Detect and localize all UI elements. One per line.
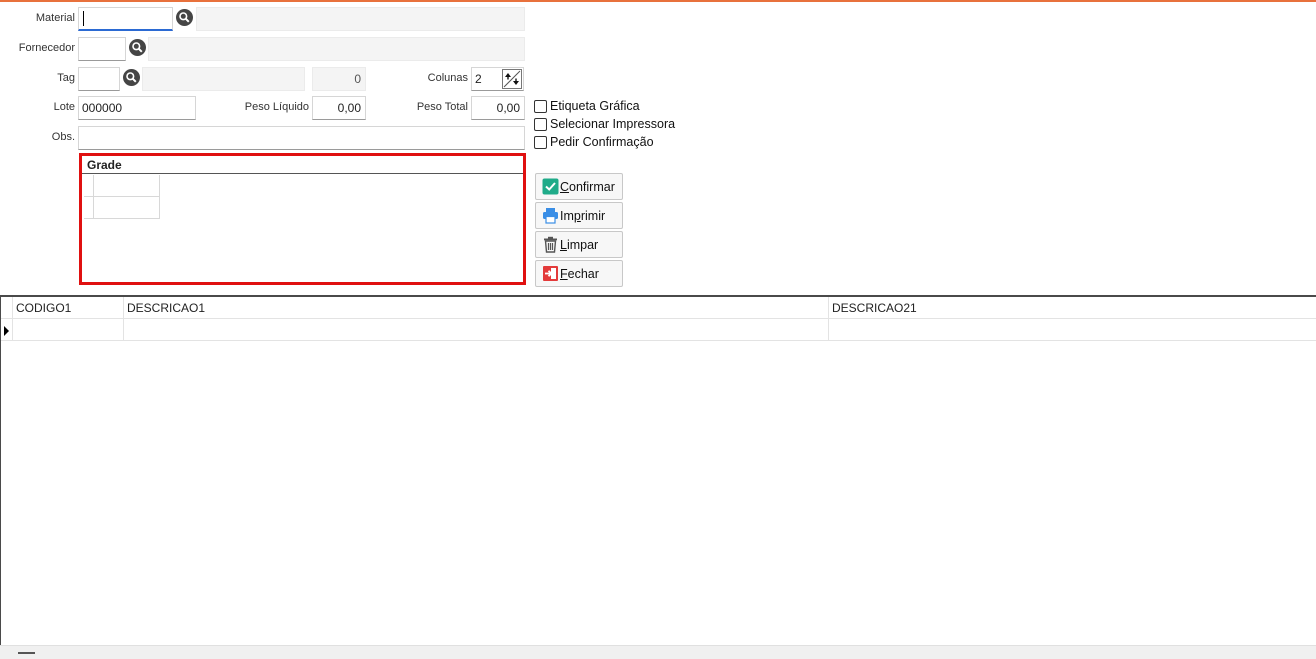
peso-total-label: Peso Total bbox=[416, 101, 468, 113]
grade-cell[interactable] bbox=[94, 197, 160, 219]
tag-description bbox=[142, 67, 305, 91]
tag-label: Tag bbox=[57, 72, 75, 84]
material-description bbox=[196, 7, 525, 31]
checkbox-label: Pedir Confirmação bbox=[550, 135, 654, 149]
checkbox-selecionar-impressora[interactable]: Selecionar Impressora bbox=[534, 117, 675, 131]
checkbox-box[interactable] bbox=[534, 135, 547, 149]
fornecedor-description bbox=[148, 37, 525, 61]
lote-label: Lote bbox=[53, 101, 75, 113]
confirmar-label: Confirmar bbox=[560, 179, 615, 194]
fornecedor-label: Fornecedor bbox=[18, 42, 75, 54]
spin-updown-icon[interactable] bbox=[502, 69, 522, 89]
fornecedor-input[interactable] bbox=[78, 37, 126, 61]
check-icon bbox=[542, 178, 559, 195]
text-caret bbox=[83, 11, 84, 26]
search-icon[interactable] bbox=[129, 39, 146, 56]
grid-corner bbox=[1, 297, 13, 319]
status-bar bbox=[0, 645, 1316, 659]
checkbox-label: Selecionar Impressora bbox=[550, 117, 676, 131]
grade-cell[interactable] bbox=[84, 175, 94, 197]
top-accent-line bbox=[0, 0, 1316, 2]
material-input[interactable] bbox=[78, 7, 173, 31]
table-cell[interactable] bbox=[829, 319, 1316, 341]
fechar-label: Fechar bbox=[560, 266, 599, 281]
obs-label: Obs. bbox=[51, 131, 75, 143]
grade-cell[interactable] bbox=[94, 175, 160, 197]
peso-total-input[interactable]: 0,00 bbox=[471, 96, 525, 120]
table-cell[interactable] bbox=[124, 319, 829, 341]
tag-input[interactable] bbox=[78, 67, 120, 91]
trash-icon bbox=[544, 236, 557, 253]
table-cell[interactable] bbox=[13, 319, 124, 341]
column-header-descricao1[interactable]: DESCRICAO1 bbox=[124, 297, 829, 319]
obs-input[interactable] bbox=[78, 126, 525, 150]
lote-input[interactable]: 000000 bbox=[78, 96, 196, 120]
minimize-dash-icon[interactable] bbox=[18, 652, 35, 654]
colunas-label: Colunas bbox=[427, 72, 468, 84]
checkbox-box[interactable] bbox=[534, 99, 547, 113]
confirmar-button[interactable]: Confirmar bbox=[535, 173, 623, 200]
peso-liquido-input[interactable]: 0,00 bbox=[312, 96, 366, 120]
printer-icon bbox=[543, 208, 558, 224]
limpar-label: Limpar bbox=[560, 237, 599, 252]
imprimir-button[interactable]: Imprimir bbox=[535, 202, 623, 229]
column-header-descricao21[interactable]: DESCRICAO21 bbox=[829, 297, 1316, 319]
search-icon[interactable] bbox=[176, 9, 193, 26]
checkbox-pedir-confirmacao[interactable]: Pedir Confirmação bbox=[534, 135, 654, 149]
search-icon[interactable] bbox=[123, 69, 140, 86]
material-label: Material bbox=[35, 12, 75, 24]
exit-icon bbox=[543, 266, 558, 281]
grade-title: Grade bbox=[82, 156, 523, 174]
grade-panel[interactable]: Grade bbox=[79, 153, 526, 285]
grade-cell[interactable] bbox=[84, 197, 94, 219]
limpar-button[interactable]: Limpar bbox=[535, 231, 623, 258]
checkbox-label: Etiqueta Gráfica bbox=[550, 99, 640, 113]
peso-liquido-label: Peso Líquido bbox=[244, 101, 309, 113]
imprimir-label: Imprimir bbox=[560, 208, 606, 223]
current-row-arrow-icon bbox=[4, 326, 9, 336]
checkbox-etiqueta-grafica[interactable]: Etiqueta Gráfica bbox=[534, 99, 640, 113]
checkbox-box[interactable] bbox=[534, 117, 547, 131]
data-grid[interactable]: CODIGO1 DESCRICAO1 DESCRICAO21 bbox=[0, 295, 1316, 659]
fechar-button[interactable]: Fechar bbox=[535, 260, 623, 287]
tag-count: 0 bbox=[312, 67, 366, 91]
column-header-codigo1[interactable]: CODIGO1 bbox=[13, 297, 124, 319]
